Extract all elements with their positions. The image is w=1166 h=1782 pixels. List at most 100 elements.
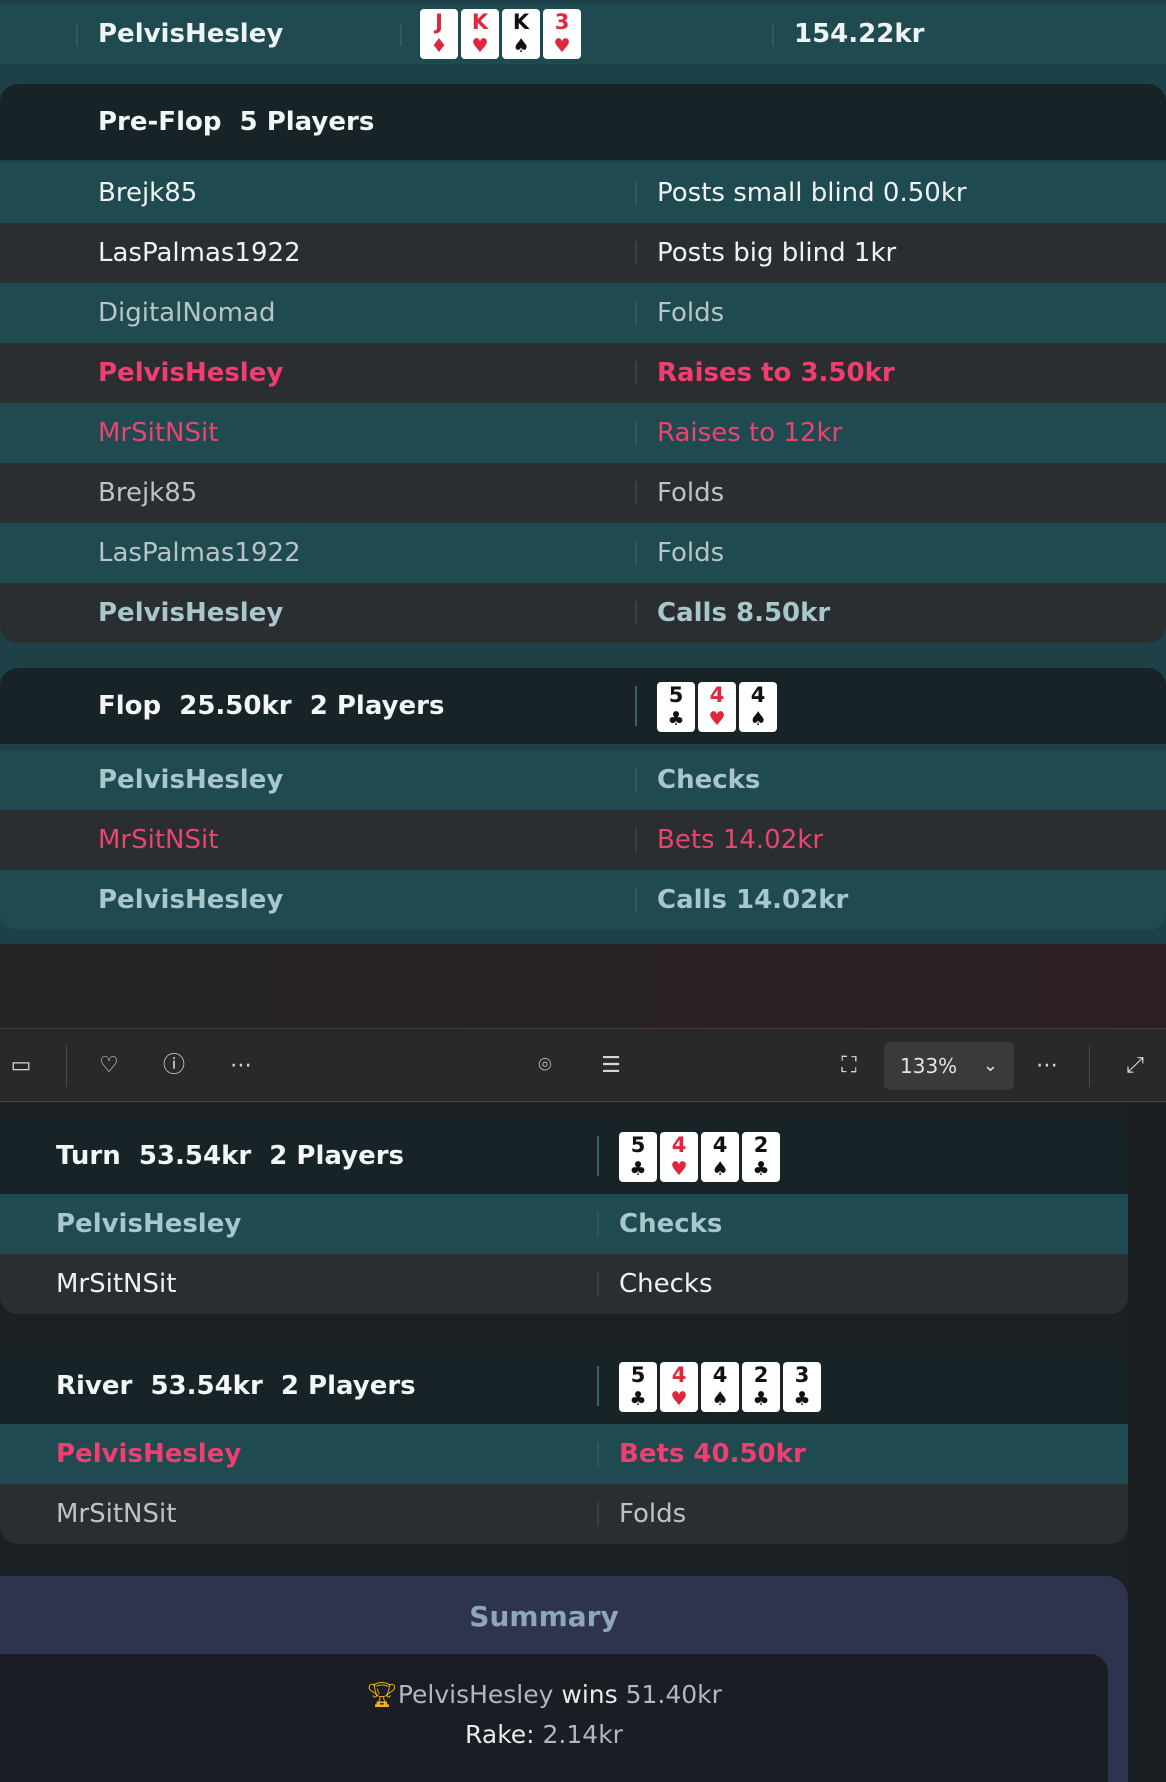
summary-body: 🏆︎PelvisHesley wins 51.40kr Rake: 2.14kr bbox=[0, 1654, 1108, 1782]
turn-cards: 5 ♣ 4 ♥ 4 ♠ 2 ♣ bbox=[619, 1132, 780, 1182]
river-title: River 53.54kr 2 Players bbox=[56, 1371, 416, 1401]
card-suit-icon: ♣ bbox=[752, 1158, 770, 1180]
hand-history-top: PelvisHesley J ♦ K ♥ K ♠ 3 ♥ 154.22kr Pre-Flop … bbox=[0, 0, 1166, 1028]
heart-icon[interactable]: ♡ bbox=[94, 1051, 124, 1081]
zoom-level: 133% bbox=[900, 1054, 958, 1078]
info-icon[interactable]: ⓘ bbox=[159, 1051, 189, 1081]
player-name: PelvisHesley bbox=[56, 1209, 242, 1239]
player-name: LasPalmas1922 bbox=[98, 538, 301, 568]
stack-amount: 154.22kr bbox=[794, 19, 925, 49]
summary-panel: Summary 🏆︎PelvisHesley wins 51.40kr Rake… bbox=[0, 1576, 1128, 1782]
river-action-row: MrSitNSit Folds bbox=[0, 1484, 1128, 1544]
winner-line: 🏆︎PelvisHesley wins 51.40kr bbox=[0, 1680, 1088, 1710]
chevron-down-icon: ⌄ bbox=[982, 1055, 998, 1076]
preflop-action-row: LasPalmas1922 Posts big blind 1kr bbox=[0, 223, 1166, 283]
card-rank: 5 bbox=[668, 683, 684, 707]
card-suit-icon: ♠ bbox=[711, 1388, 729, 1410]
card-rank: 3 bbox=[794, 1363, 810, 1387]
text-scan-icon[interactable]: ☰ bbox=[596, 1051, 626, 1081]
card-rank: 4 bbox=[671, 1133, 687, 1157]
player-name: PelvisHesley bbox=[56, 1439, 242, 1469]
flop-card: 4 ♠ bbox=[739, 682, 777, 732]
card-suit-icon: ♠ bbox=[512, 35, 530, 57]
flop-cards: 5 ♣ 4 ♥ 4 ♠ bbox=[657, 682, 777, 732]
card-rank: 3 bbox=[554, 10, 570, 34]
player-name: MrSitNSit bbox=[98, 825, 219, 855]
preflop-action-row: PelvisHesley Calls 8.50kr bbox=[0, 583, 1166, 643]
hole-card: K ♠ bbox=[502, 9, 540, 59]
player-name: PelvisHesley bbox=[98, 885, 284, 915]
turn-card: 4 ♥ bbox=[660, 1132, 698, 1182]
card-suit-icon: ♥ bbox=[553, 35, 571, 57]
action-text: Calls 8.50kr bbox=[657, 598, 831, 628]
filmstrip-icon[interactable]: ▭ bbox=[6, 1051, 36, 1081]
action-text: Checks bbox=[657, 765, 761, 795]
river-card: 2 ♣ bbox=[742, 1362, 780, 1412]
more-icon[interactable]: ⋯ bbox=[226, 1051, 256, 1081]
preflop-action-row: Brejk85 Posts small blind 0.50kr bbox=[0, 163, 1166, 223]
card-rank: 2 bbox=[753, 1363, 769, 1387]
turn-card: 5 ♣ bbox=[619, 1132, 657, 1182]
card-suit-icon: ♥ bbox=[670, 1158, 688, 1180]
card-rank: 4 bbox=[709, 683, 725, 707]
action-text: Bets 40.50kr bbox=[619, 1439, 806, 1469]
player-name: LasPalmas1922 bbox=[98, 238, 301, 268]
player-name: MrSitNSit bbox=[98, 418, 219, 448]
preflop-header: Pre-Flop 5 Players bbox=[0, 84, 1166, 160]
zoom-dropdown[interactable]: 133% ⌄ bbox=[884, 1042, 1014, 1090]
visual-search-icon[interactable]: ⌾ bbox=[530, 1051, 560, 1081]
player-name: MrSitNSit bbox=[56, 1499, 177, 1529]
preflop-action-row: DigitalNomad Folds bbox=[0, 283, 1166, 343]
action-text: Calls 14.02kr bbox=[657, 885, 849, 915]
flop-card: 5 ♣ bbox=[657, 682, 695, 732]
expand-icon[interactable]: ⤢ bbox=[1120, 1051, 1150, 1081]
rake-line: Rake: 2.14kr bbox=[0, 1720, 1088, 1749]
card-rank: 4 bbox=[712, 1363, 728, 1387]
flop-action-row: MrSitNSit Bets 14.02kr bbox=[0, 810, 1166, 870]
action-text: Raises to 3.50kr bbox=[657, 358, 895, 388]
card-rank: 5 bbox=[630, 1133, 646, 1157]
card-rank: 2 bbox=[753, 1133, 769, 1157]
player-name: MrSitNSit bbox=[56, 1269, 177, 1299]
fit-window-icon[interactable]: ⛶ bbox=[834, 1051, 864, 1081]
card-suit-icon: ♣ bbox=[793, 1388, 811, 1410]
player-name: Brejk85 bbox=[98, 178, 198, 208]
preflop-action-row: MrSitNSit Raises to 12kr bbox=[0, 403, 1166, 463]
win-amount: 51.40kr bbox=[625, 1680, 722, 1709]
card-suit-icon: ♠ bbox=[749, 708, 767, 730]
card-rank: 4 bbox=[712, 1133, 728, 1157]
action-text: Checks bbox=[619, 1269, 713, 1299]
winner-name: PelvisHesley bbox=[397, 1680, 554, 1709]
card-rank: 5 bbox=[630, 1363, 646, 1387]
player-name: Brejk85 bbox=[98, 478, 198, 508]
preflop-action-row: PelvisHesley Raises to 3.50kr bbox=[0, 343, 1166, 403]
action-text: Folds bbox=[657, 478, 725, 508]
hole-card: J ♦ bbox=[420, 9, 458, 59]
more-options-icon[interactable]: ⋯ bbox=[1032, 1051, 1062, 1081]
right-gutter bbox=[1128, 1102, 1166, 1782]
hole-card: K ♥ bbox=[461, 9, 499, 59]
player-name: PelvisHesley bbox=[98, 765, 284, 795]
card-suit-icon: ♥ bbox=[670, 1388, 688, 1410]
flop-title: Flop 25.50kr 2 Players bbox=[98, 691, 445, 721]
card-rank: J bbox=[435, 10, 443, 34]
action-text: Bets 14.02kr bbox=[657, 825, 824, 855]
turn-card: 4 ♠ bbox=[701, 1132, 739, 1182]
flop-header: Flop 25.50kr 2 Players 5 ♣ 4 ♥ 4 ♠ bbox=[0, 668, 1166, 744]
preflop-title: Pre-Flop 5 Players bbox=[98, 107, 375, 137]
card-rank: K bbox=[471, 10, 489, 34]
hole-cards: J ♦ K ♥ K ♠ 3 ♥ bbox=[420, 9, 581, 59]
river-cards: 5 ♣ 4 ♥ 4 ♠ 2 ♣ 3 ♣ bbox=[619, 1362, 821, 1412]
turn-card: 2 ♣ bbox=[742, 1132, 780, 1182]
card-suit-icon: ♣ bbox=[752, 1388, 770, 1410]
player-name: DigitalNomad bbox=[98, 298, 276, 328]
card-suit-icon: ♣ bbox=[629, 1388, 647, 1410]
action-text: Raises to 12kr bbox=[657, 418, 843, 448]
viewer-toolbar: ▭ ♡ ⓘ ⋯ ⌾ ☰ ⛶ 133% ⌄ ⋯ ⤢ bbox=[0, 1028, 1166, 1102]
turn-title: Turn 53.54kr 2 Players bbox=[56, 1141, 405, 1171]
panel-gap bbox=[0, 944, 1166, 1028]
action-text: Folds bbox=[657, 298, 725, 328]
preflop-action-row: LasPalmas1922 Folds bbox=[0, 523, 1166, 583]
action-text: Folds bbox=[657, 538, 725, 568]
river-action-row: PelvisHesley Bets 40.50kr bbox=[0, 1424, 1128, 1484]
